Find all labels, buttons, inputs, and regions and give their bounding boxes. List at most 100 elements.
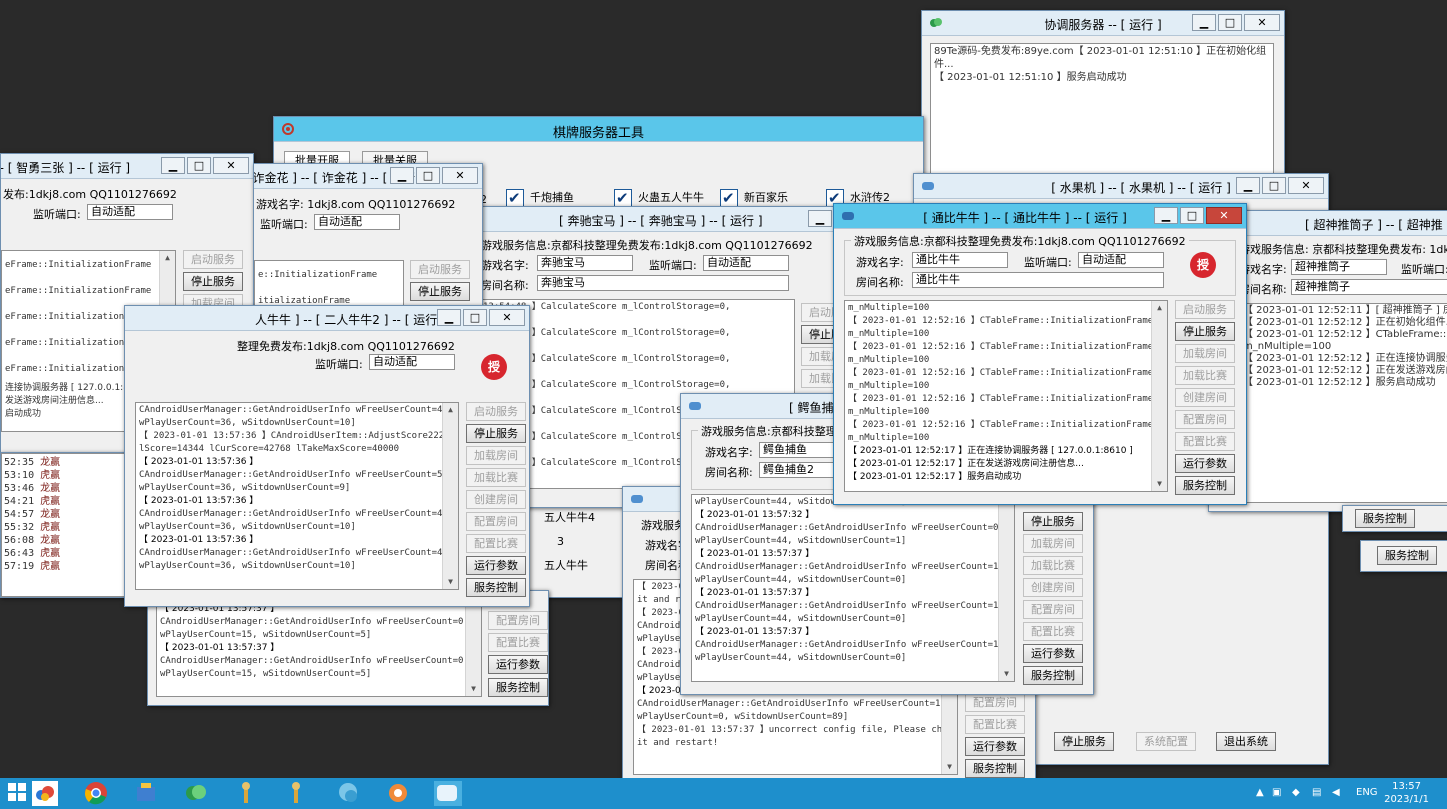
run-params-button[interactable]: 运行参数 (1023, 644, 1083, 663)
scroll-down[interactable]: ▼ (999, 667, 1014, 681)
scroll-down[interactable]: ▼ (1152, 477, 1167, 491)
tray-network-icon[interactable]: ▣ (1272, 787, 1281, 798)
run-params-button[interactable]: 运行参数 (1175, 454, 1235, 473)
tongbi-window[interactable]: [ 通比牛牛 ] -- [ 通比牛牛 ] -- [ 运行 ] ▁ □ ✕ 游戏服务信… (833, 203, 1247, 505)
game-name-field[interactable]: 奔驰宝马 (537, 255, 633, 271)
title-bar[interactable]: 协调服务器 -- [ 运行 ] ▁ □ ✕ (922, 11, 1284, 36)
network-icon[interactable] (184, 781, 210, 806)
title-bar[interactable]: 人牛牛 ] -- [ 二人牛牛2 ] -- [ 运行 ] ▁ □ ✕ (125, 306, 529, 331)
load-match-button[interactable]: 加载比赛 (801, 369, 836, 388)
scrollbar[interactable]: ▼ (998, 495, 1014, 681)
gear-icon[interactable] (386, 781, 412, 806)
config-room-button[interactable]: 配置房间 (965, 693, 1025, 712)
create-room-button[interactable]: 创建房间 (466, 490, 526, 509)
erniu-window[interactable]: 人牛牛 ] -- [ 二人牛牛2 ] -- [ 运行 ] ▁ □ ✕ 整理免费发布:… (124, 305, 530, 607)
game-checkbox-wuren[interactable]: 五人牛牛 (544, 555, 588, 577)
exit-system-button[interactable]: 退出系统 (1216, 732, 1276, 751)
stop-service-button[interactable]: 停止服务 (801, 325, 836, 344)
service-control-button[interactable]: 服务控制 (488, 678, 548, 697)
stop-service-button[interactable]: 停止服务 (410, 282, 470, 301)
cloud-app-icon[interactable] (32, 781, 58, 806)
tray-shield-icon[interactable]: ◆ (1292, 787, 1300, 798)
minimize-button[interactable]: ▁ (390, 167, 414, 184)
game-checkbox-3[interactable]: 3 (557, 531, 564, 553)
room-name-field[interactable]: 超神推筒子 (1291, 279, 1447, 295)
service-control-button[interactable]: 服务控制 (1377, 546, 1437, 565)
service-control-button[interactable]: 服务控制 (1175, 476, 1235, 495)
minimize-button[interactable]: ▁ (808, 210, 832, 227)
server-log[interactable]: 【 2023-01-01 13:57:37 】 CAndroidUserMana… (156, 601, 482, 697)
clock[interactable]: 13:57 2023/1/1 (1384, 780, 1429, 806)
restore-button[interactable]: □ (416, 167, 440, 184)
title-bar[interactable]: [ 诈金花 ] -- [ 诈金花 ] -- [ 运行 ] ▁ □ ✕ (254, 164, 482, 189)
minimize-button[interactable]: ▁ (161, 157, 185, 174)
game-name-field[interactable]: 超神推筒子 (1291, 259, 1387, 275)
restore-button[interactable]: □ (1218, 14, 1242, 31)
title-bar[interactable]: 棋牌服务器工具 (274, 117, 923, 142)
title-bar[interactable]: [ 奔驰宝马 ] -- [ 奔驰宝马 ] -- [ 运行 ] ▁ (479, 207, 836, 232)
port-field[interactable]: 自动适配 (703, 255, 789, 271)
start-service-button[interactable]: 启动服务 (466, 402, 526, 421)
run-params-button[interactable]: 运行参数 (965, 737, 1025, 756)
stop-service-button[interactable]: 停止服务 (1054, 732, 1114, 751)
close-button[interactable]: ✕ (1244, 14, 1280, 31)
tool-icon-2[interactable] (284, 781, 310, 806)
server-log[interactable]: wPlayUserCount=44, wSitdownUserCount=1] 【… (691, 494, 1015, 682)
start-service-button[interactable]: 启动服务 (183, 250, 243, 269)
result-list-window[interactable]: 52:35 龙赢 53:10 虎赢 53:46 龙赢 54:21 虎赢 54:5… (0, 452, 126, 598)
close-button[interactable]: ✕ (1206, 207, 1242, 224)
chrome-icon[interactable] (84, 781, 110, 806)
config-match-button[interactable]: 配置比赛 (1023, 622, 1083, 641)
service-control-button[interactable]: 服务控制 (1023, 666, 1083, 685)
tool-icon[interactable] (234, 781, 260, 806)
scrollbar[interactable]: ▼ (465, 602, 481, 696)
stop-service-button[interactable]: 停止服务 (183, 272, 243, 291)
chat-icon[interactable] (336, 781, 362, 806)
minimize-button[interactable]: ▁ (1192, 14, 1216, 31)
run-params-button[interactable]: 运行参数 (488, 655, 548, 674)
restore-button[interactable]: □ (1180, 207, 1204, 224)
close-button[interactable]: ✕ (213, 157, 249, 174)
service-control-button[interactable]: 服务控制 (466, 578, 526, 597)
scroll-up[interactable]: ▲ (443, 403, 458, 417)
stacked-window-1[interactable]: 服务控制 (1342, 505, 1447, 532)
config-match-button[interactable]: 配置比赛 (965, 715, 1025, 734)
title-bar[interactable]: 张 ] -- [ 智勇三张 ] -- [ 运行 ] ▁□✕ (1, 154, 253, 179)
port-field[interactable]: 自动适配 (314, 214, 400, 230)
stop-service-button[interactable]: 停止服务 (466, 424, 526, 443)
config-match-button[interactable]: 配置比赛 (488, 633, 548, 652)
config-room-button[interactable]: 配置房间 (466, 512, 526, 531)
load-match-button[interactable]: 加载比赛 (1175, 366, 1235, 385)
server-log[interactable]: CAndroidUserManager::GetAndroidUserInfo … (135, 402, 459, 590)
minimize-button[interactable]: ▁ (437, 309, 461, 326)
restore-button[interactable]: □ (1262, 177, 1286, 194)
scrollbar[interactable]: ▲▼ (442, 403, 458, 589)
config-match-button[interactable]: 配置比赛 (466, 534, 526, 553)
restore-button[interactable]: □ (187, 157, 211, 174)
server-icon[interactable] (434, 781, 462, 806)
scroll-up[interactable]: ▲ (1152, 301, 1167, 315)
tray-arrow-icon[interactable]: ▲ (1256, 787, 1264, 798)
load-room-button[interactable]: 加载房间 (801, 347, 836, 366)
server-log[interactable]: m_nMultiple=100 【 2023-01-01 12:52:16 】CT… (844, 300, 1168, 492)
load-room-button[interactable]: 加载房间 (466, 446, 526, 465)
config-room-button[interactable]: 配置房间 (1023, 600, 1083, 619)
create-room-button[interactable]: 创建房间 (1023, 578, 1083, 597)
config-match-button[interactable]: 配置比赛 (1175, 432, 1235, 451)
create-room-button[interactable]: 创建房间 (1175, 388, 1235, 407)
load-room-button[interactable]: 加载房间 (1023, 534, 1083, 553)
scroll-down[interactable]: ▼ (443, 575, 458, 589)
start-service-button[interactable]: 启动服务 (1175, 300, 1235, 319)
system-config-button[interactable]: 系统配置 (1136, 732, 1196, 751)
scroll-down[interactable]: ▼ (942, 760, 957, 774)
scroll-up[interactable]: ▲ (160, 251, 175, 265)
service-control-button[interactable]: 服务控制 (965, 759, 1025, 778)
title-bar[interactable]: [ 通比牛牛 ] -- [ 通比牛牛 ] -- [ 运行 ] ▁ □ ✕ (834, 204, 1246, 229)
load-room-button[interactable]: 加载房间 (1175, 344, 1235, 363)
port-field[interactable]: 自动适配 (87, 204, 173, 220)
port-field[interactable]: 自动适配 (369, 354, 455, 370)
stacked-window-2[interactable]: 服务控制 (1360, 540, 1447, 572)
partial-window-bottom[interactable]: 【 2023-01-01 13:57:37 】 CAndroidUserMana… (147, 590, 549, 706)
config-room-button[interactable]: 配置房间 (488, 611, 548, 630)
tray-volume-icon[interactable]: ◀ (1332, 787, 1340, 798)
